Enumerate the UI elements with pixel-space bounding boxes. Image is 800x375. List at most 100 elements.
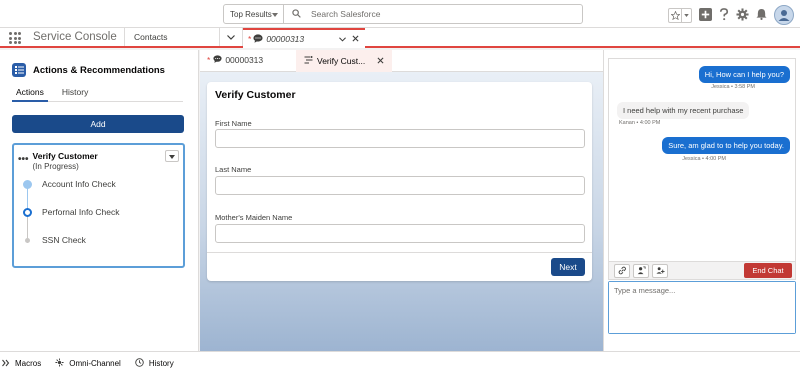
tab-actions[interactable]: Actions (12, 84, 48, 102)
utility-bar: Macros Omni-Channel History (0, 351, 800, 375)
tab-history[interactable]: History (58, 84, 92, 101)
last-name-field[interactable] (215, 176, 585, 195)
chat-message-outgoing: Hi, How can I help you? (698, 66, 790, 83)
first-name-field[interactable] (215, 129, 585, 148)
chat-icon (253, 33, 263, 45)
chat-message-meta: Kanan • 4:00 PM (619, 120, 661, 126)
step-personal-info-check[interactable]: Perfornal Info Check (15, 205, 180, 219)
chevron-down-icon (227, 32, 235, 42)
flow-steps: Account Info Check Perfornal Info Check … (15, 175, 182, 263)
attach-link-icon[interactable] (614, 263, 630, 278)
chat-message-meta: Jessica • 4:00 PM (682, 156, 726, 162)
search-placeholder: Search Salesforce (311, 9, 381, 19)
nav-menu-chevron-button[interactable] (219, 28, 243, 46)
utility-item-history[interactable]: History (135, 358, 174, 369)
next-button[interactable]: Next (551, 258, 585, 276)
step-account-info-check[interactable]: Account Info Check (15, 177, 180, 191)
unsaved-indicator: * (207, 55, 211, 65)
step-complete-icon (23, 179, 32, 189)
nav-item-contacts[interactable]: Contacts (124, 28, 219, 46)
step-pending-icon (25, 237, 30, 243)
mothers-maiden-name-field[interactable] (215, 224, 585, 243)
subtab-label: 00000313 (225, 55, 264, 65)
chevron-down-icon (272, 10, 278, 19)
transfer-agent-icon[interactable] (633, 263, 649, 278)
favorites-button[interactable] (668, 7, 692, 23)
conference-icon[interactable] (652, 263, 668, 278)
flow-icon (304, 56, 313, 66)
utility-item-macros[interactable]: Macros (2, 359, 41, 369)
gear-icon[interactable] (736, 7, 749, 23)
step-ssn-check[interactable]: SSN Check (15, 233, 180, 247)
app-name: Service Console (33, 31, 117, 43)
step-label: SSN Check (42, 235, 86, 245)
form-title: Verify Customer (215, 89, 296, 101)
workspace-tab-00000313[interactable]: * 00000313 (243, 28, 365, 48)
chevron-down-icon[interactable] (339, 34, 346, 44)
utility-item-label: Macros (15, 359, 42, 368)
message-textarea[interactable] (609, 282, 795, 333)
chat-message-outgoing: Sure, am glad to to help you today. (662, 137, 790, 154)
subtab-label: Verify Cust... (317, 56, 366, 66)
search-scope-dropdown[interactable]: Top Results (224, 5, 284, 23)
panel-tabs: Actions History (12, 84, 183, 102)
panel-title: Actions & Recommendations (33, 64, 165, 76)
chat-transcript: Hi, How can I help you? Jessica • 3:58 P… (608, 58, 796, 262)
close-icon[interactable] (352, 34, 359, 44)
global-header: Top Results Search Salesforce (0, 0, 800, 28)
close-icon[interactable] (377, 56, 384, 66)
nav-item-contacts-label: Contacts (134, 32, 168, 42)
chat-icon (213, 55, 222, 65)
utility-item-label: History (148, 359, 174, 368)
step-current-icon (23, 207, 32, 217)
app-navigation-bar: Service Console Contacts * 00000313 (0, 28, 800, 48)
verify-customer-form: Verify Customer First Name Last Name Mot… (207, 82, 592, 281)
unsaved-indicator: * (248, 34, 252, 44)
search-scope-label: Top Results (230, 9, 272, 19)
flow-header: ••• Verify Customer (In Progress) (18, 151, 98, 171)
flow-status: (In Progress) (32, 162, 79, 171)
step-label: Perfornal Info Check (42, 207, 120, 217)
panel-header: Actions & Recommendations (12, 63, 165, 77)
flow-title: Verify Customer (32, 151, 98, 161)
clock-icon (135, 358, 149, 369)
utility-item-omni-channel[interactable]: Omni-Channel (55, 358, 121, 369)
step-label: Account Info Check (42, 179, 116, 189)
workspace-tab-label: 00000313 (266, 34, 305, 44)
help-icon[interactable] (719, 7, 729, 23)
star-icon[interactable] (669, 9, 681, 22)
subtab-verify-customer[interactable]: Verify Cust... (296, 50, 392, 72)
global-search: Top Results Search Salesforce (223, 4, 583, 24)
mothers-maiden-name-label: Mother's Maiden Name (215, 213, 293, 222)
last-name-label: Last Name (215, 165, 252, 174)
flow-card-verify-customer[interactable]: ••• Verify Customer (In Progress) Accoun… (12, 143, 185, 268)
chat-message-input[interactable] (608, 281, 796, 334)
add-button[interactable]: Add (12, 115, 184, 133)
omni-channel-icon (55, 358, 69, 369)
first-name-label: First Name (215, 119, 252, 128)
subtab-bar: * 00000313 Verify Cust... (200, 50, 603, 72)
chat-toolbar: End Chat (608, 262, 796, 280)
end-chat-button[interactable]: End Chat (744, 263, 792, 278)
subtab-00000313[interactable]: * 00000313 (207, 55, 263, 65)
macros-icon (2, 359, 15, 369)
chat-message-incoming: I need help with my recent purchase (617, 102, 750, 119)
chevron-down-icon[interactable] (681, 8, 691, 22)
workspace-canvas: Verify Customer First Name Last Name Mot… (200, 72, 603, 351)
drag-handle-icon[interactable]: ••• (18, 155, 29, 171)
utility-item-label: Omni-Channel (69, 359, 121, 368)
avatar[interactable] (774, 5, 794, 25)
bell-icon[interactable] (756, 8, 767, 22)
form-footer-divider (207, 252, 592, 253)
actions-recommendations-panel: Actions & Recommendations Actions Histor… (0, 50, 199, 351)
actions-list-icon (12, 63, 26, 77)
chat-message-meta: Jessica • 3:58 PM (711, 84, 755, 90)
search-icon (292, 8, 311, 20)
chevron-down-icon (169, 151, 175, 161)
header-icons (668, 5, 794, 25)
chat-panel: Hi, How can I help you? Jessica • 3:58 P… (603, 50, 800, 351)
flow-menu-button[interactable] (165, 150, 179, 162)
app-launcher-icon[interactable] (9, 32, 21, 44)
search-input[interactable]: Search Salesforce (284, 5, 582, 23)
add-icon[interactable] (699, 7, 712, 23)
